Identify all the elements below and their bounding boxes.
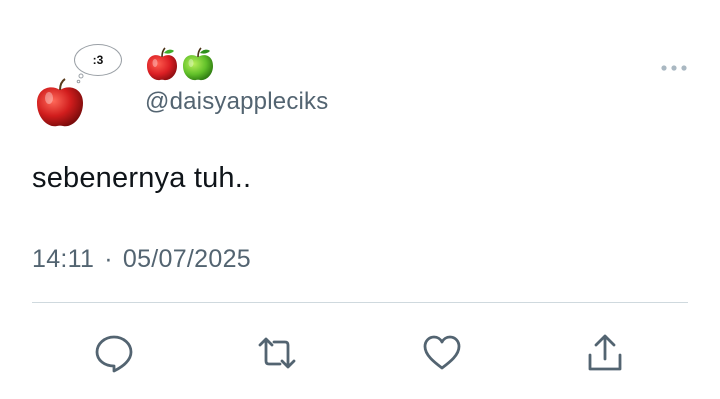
reply-icon (95, 335, 133, 373)
more-icon (661, 65, 687, 71)
bubble-text: :3 (92, 53, 104, 67)
red-apple-icon (147, 47, 177, 81)
meta-separator: · (104, 245, 113, 273)
tweet-time: 14:11 (32, 245, 95, 273)
tweet-text: sebenernya tuh.. (32, 162, 252, 194)
like-button[interactable] (422, 333, 462, 373)
display-name[interactable] (145, 46, 215, 82)
reply-button[interactable] (94, 333, 134, 373)
tweet-date: 05/07/2025 (122, 245, 251, 273)
red-apple-icon (37, 78, 83, 127)
tweet-card: :3 @daisyappleciks sebenernya tuh.. 14:1… (0, 0, 720, 399)
retweet-icon (258, 337, 296, 369)
heart-icon (423, 335, 461, 370)
divider (32, 302, 688, 303)
share-button[interactable] (585, 333, 625, 373)
tweet-timestamp[interactable]: 14:11 · 05/07/2025 (32, 245, 251, 274)
share-icon (588, 334, 622, 371)
retweet-button[interactable] (257, 333, 297, 373)
more-options-button[interactable] (659, 58, 689, 78)
avatar[interactable]: :3 (28, 40, 128, 130)
green-apple-icon (183, 47, 213, 81)
user-handle[interactable]: @daisyappleciks (145, 88, 328, 116)
